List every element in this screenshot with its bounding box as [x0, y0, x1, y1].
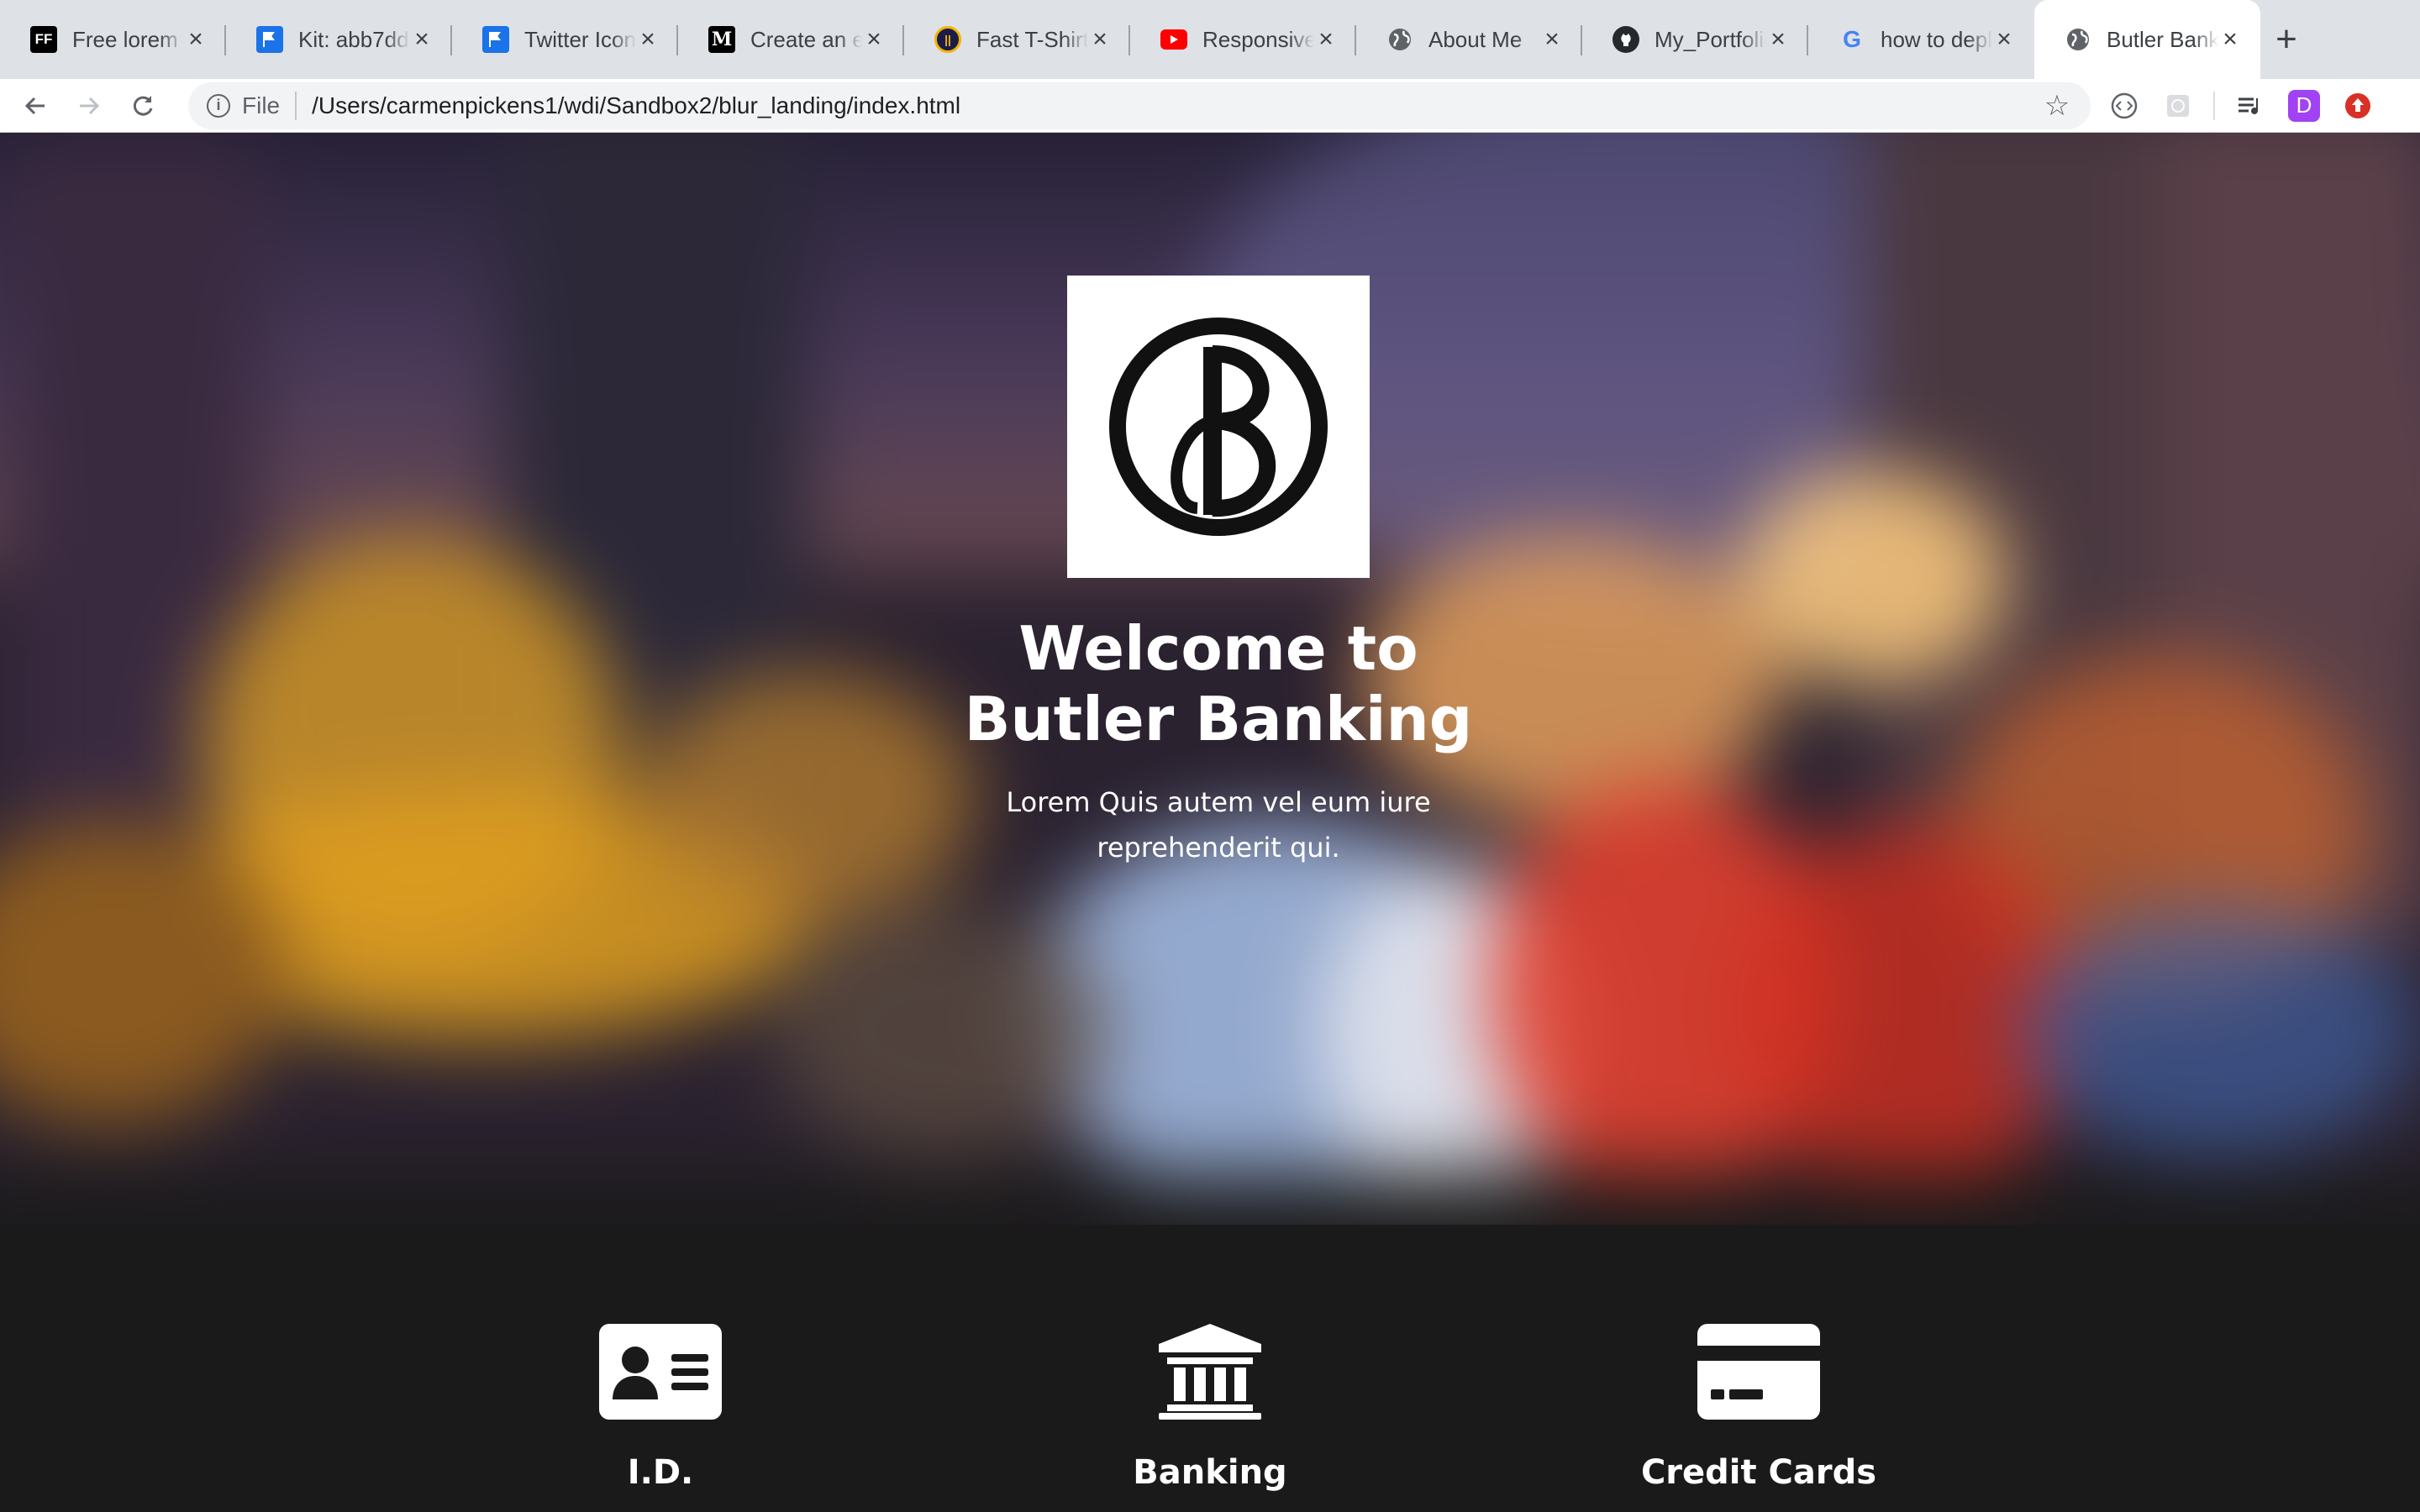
playlist-icon — [2238, 97, 2258, 114]
page-title: Welcome to Butler Banking — [964, 613, 1473, 754]
id-card-icon — [484, 1317, 837, 1420]
tab-title: Responsive — [1202, 26, 1314, 52]
youtube-icon — [1160, 29, 1187, 50]
grid-extension-icon — [2167, 94, 2189, 117]
ff-icon: FF — [30, 26, 57, 53]
globe-icon — [1386, 26, 1413, 53]
close-icon[interactable]: × — [1314, 27, 1338, 52]
tab-title: Twitter Icon — [524, 26, 636, 52]
medium-icon: M — [708, 26, 735, 53]
back-button[interactable] — [8, 79, 62, 133]
close-icon[interactable]: × — [1088, 27, 1112, 52]
extension-icon-1[interactable] — [2097, 79, 2151, 133]
media-button[interactable] — [2223, 79, 2277, 133]
tab-kit[interactable]: Kit: abb7dd6 × — [226, 0, 452, 79]
tab-about-me[interactable]: About Me × — [1356, 0, 1582, 79]
address-bar[interactable]: i File /Users/carmenpickens1/wdi/Sandbox… — [188, 81, 2091, 129]
feature-label: Credit Cards — [1640, 1453, 1877, 1492]
tab-strip: FF Free lorem ipsum × Kit: abb7dd6 × Twi… — [0, 0, 2420, 79]
tab-twitter-icon[interactable]: Twitter Icon × — [452, 0, 678, 79]
close-icon[interactable]: × — [636, 27, 660, 52]
google-icon: G — [1843, 26, 1861, 52]
flag-icon — [256, 26, 283, 53]
flag-icon — [482, 26, 509, 53]
butler-logo — [1067, 276, 1370, 578]
github-icon — [1612, 26, 1639, 53]
reload-button[interactable] — [116, 79, 170, 133]
close-icon[interactable]: × — [862, 27, 886, 52]
feature-credit-cards[interactable]: Credit Cards — [1582, 1317, 1935, 1492]
credit-card-icon — [1582, 1317, 1935, 1420]
new-tab-button[interactable]: + — [2260, 0, 2312, 79]
feature-id[interactable]: I.D. — [484, 1317, 837, 1492]
update-button[interactable] — [2331, 79, 2385, 133]
reload-icon — [133, 95, 153, 116]
close-icon[interactable]: × — [1766, 27, 1790, 52]
close-icon[interactable]: × — [2218, 27, 2242, 52]
tab-title: Butler Banking — [2107, 26, 2218, 52]
bookmark-star-icon[interactable]: ☆ — [2039, 89, 2075, 123]
feature-label: I.D. — [627, 1453, 694, 1492]
tab-how-to-deploy[interactable]: G how to deploy × — [1808, 0, 2034, 79]
tab-fast-tshirt[interactable]: || Fast T-Shirt × — [904, 0, 1130, 79]
scheme-label: File — [242, 91, 297, 120]
close-icon[interactable]: × — [410, 27, 434, 52]
features-section: I.D. Banking Credit Cards — [0, 1225, 2420, 1512]
tshirt-site-icon: || — [934, 26, 961, 53]
tab-my-portfolio[interactable]: My_Portfolio × — [1582, 0, 1808, 79]
url-text[interactable]: /Users/carmenpickens1/wdi/Sandbox2/blur_… — [312, 92, 2039, 119]
tab-responsive[interactable]: Responsive × — [1130, 0, 1356, 79]
info-icon[interactable]: i — [207, 93, 230, 118]
tab-butler-banking[interactable]: Butler Banking × — [2034, 0, 2260, 79]
close-icon[interactable]: × — [1540, 27, 1564, 52]
globe-icon — [2065, 26, 2091, 53]
butler-monogram-logo — [1109, 318, 1328, 536]
tab-create-email[interactable]: M Create an email × — [678, 0, 904, 79]
bank-icon — [1034, 1317, 1386, 1420]
tab-title: Kit: abb7dd6 — [298, 26, 410, 52]
forward-arrow-icon — [80, 97, 100, 114]
extension-icon-2[interactable] — [2151, 79, 2205, 133]
tab-title: Create an email — [750, 26, 862, 52]
hero-subtitle: Lorem Quis autem vel eum iure reprehende… — [1006, 786, 1431, 864]
code-extension-icon — [2111, 92, 2138, 118]
tab-title: My_Portfolio — [1655, 26, 1766, 52]
back-arrow-icon — [24, 97, 45, 114]
update-arrow-icon — [2345, 92, 2370, 118]
avatar: D — [2288, 89, 2320, 122]
tab-title: Free lorem ipsum — [72, 26, 184, 52]
profile-avatar[interactable]: D — [2277, 79, 2331, 133]
close-icon[interactable]: × — [184, 27, 208, 52]
tab-free-lorem[interactable]: FF Free lorem ipsum × — [0, 0, 226, 79]
feature-banking[interactable]: Banking — [1034, 1317, 1386, 1492]
forward-button[interactable] — [62, 79, 116, 133]
feature-label: Banking — [1133, 1453, 1287, 1492]
close-icon[interactable]: × — [1992, 27, 2016, 52]
hero-section: Welcome to Butler Banking Lorem Quis aut… — [0, 133, 2420, 1225]
browser-toolbar: i File /Users/carmenpickens1/wdi/Sandbox… — [0, 79, 2420, 133]
tab-title: Fast T-Shirt — [976, 26, 1088, 52]
tab-title: how to deploy — [1881, 26, 1992, 52]
toolbar-divider — [2213, 91, 2215, 120]
tab-title: About Me — [1428, 26, 1523, 52]
